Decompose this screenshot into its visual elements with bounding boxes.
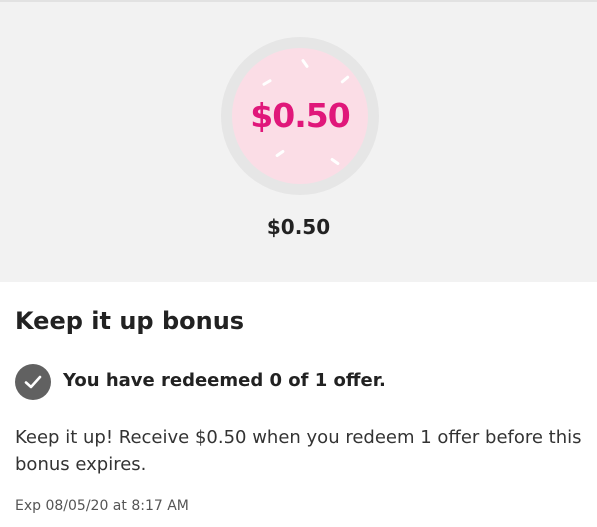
badge-amount: $0.50	[250, 96, 350, 135]
bonus-expiry: Exp 08/05/20 at 8:17 AM	[15, 498, 189, 514]
confetti-icon	[340, 75, 350, 84]
confetti-icon	[300, 58, 310, 69]
bonus-badge: $0.50	[221, 37, 379, 195]
bonus-badge-inner: $0.50	[232, 48, 368, 184]
bonus-description: Keep it up! Receive $0.50 when you redee…	[15, 427, 582, 475]
checkmark-icon	[24, 375, 42, 389]
bonus-amount: $0.50	[266, 215, 331, 239]
bonus-title: Keep it up bonus	[15, 307, 245, 335]
redemption-status: You have redeemed 0 of 1 offer.	[63, 370, 386, 391]
bonus-hero: $0.50 $0.50	[0, 2, 597, 282]
bonus-detail-page: $0.50 $0.50 Keep it up bonus You have re…	[0, 0, 597, 527]
confetti-icon	[330, 157, 340, 166]
confetti-icon	[261, 78, 273, 87]
check-circle-icon	[15, 364, 51, 400]
confetti-icon	[275, 149, 285, 158]
